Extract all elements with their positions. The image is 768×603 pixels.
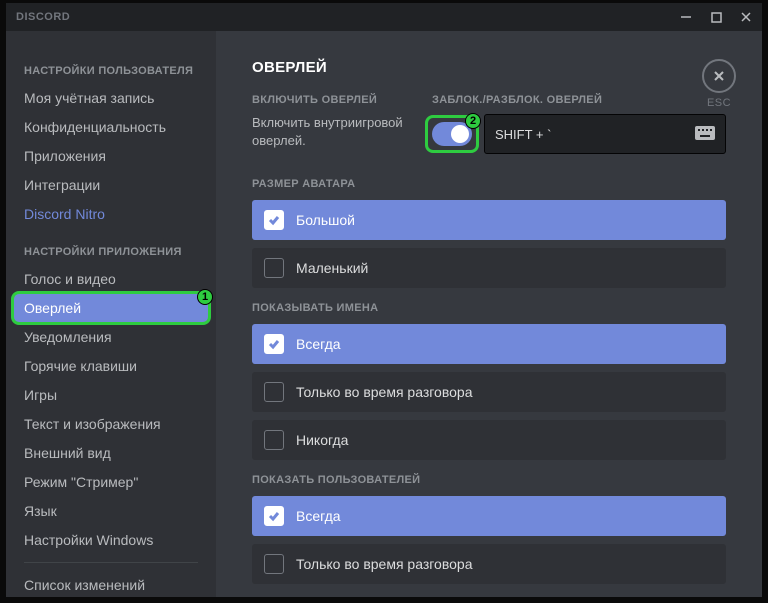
radio-option[interactable]: Маленький: [252, 248, 726, 288]
option-label: Маленький: [296, 260, 368, 276]
checkbox-icon: [264, 506, 284, 526]
sidebar-item-changelog[interactable]: Список изменений: [14, 571, 208, 597]
settings-sidebar[interactable]: НАСТРОЙКИ ПОЛЬЗОВАТЕЛЯ Моя учётная запис…: [6, 31, 216, 597]
section-label: ПОКАЗАТЬ ПОЛЬЗОВАТЕЛЕЙ: [252, 474, 726, 486]
option-label: Всегда: [296, 336, 341, 352]
enable-overlay-toggle[interactable]: 2: [432, 122, 472, 146]
section-label: ПОКАЗЫВАТЬ ИМЕНА: [252, 302, 726, 314]
sidebar-item[interactable]: Горячие клавиши: [14, 352, 208, 380]
option-label: Всегда: [296, 508, 341, 524]
sidebar-item[interactable]: Голос и видео: [14, 265, 208, 293]
titlebar: DISCORD: [6, 3, 762, 31]
settings-content: ESC ОВЕРЛЕЙ ВКЛЮЧИТЬ ОВЕРЛЕЙ Включить вн…: [216, 31, 762, 597]
close-settings-button[interactable]: [702, 59, 736, 93]
sidebar-item[interactable]: Конфиденциальность: [14, 113, 208, 141]
enable-overlay-label: ВКЛЮЧИТЬ ОВЕРЛЕЙ: [252, 94, 412, 106]
sidebar-header-user: НАСТРОЙКИ ПОЛЬЗОВАТЕЛЯ: [14, 59, 208, 83]
sidebar-separator: [24, 562, 198, 563]
option-label: Только во время разговора: [296, 556, 472, 572]
radio-option[interactable]: Никогда: [252, 420, 726, 460]
sidebar-item[interactable]: Моя учётная запись: [14, 84, 208, 112]
sidebar-item[interactable]: Уведомления: [14, 323, 208, 351]
option-label: Только во время разговора: [296, 384, 472, 400]
sidebar-item[interactable]: Игры: [14, 381, 208, 409]
sidebar-item[interactable]: Язык: [14, 497, 208, 525]
app-window: DISCORD НАСТРОЙКИ ПОЛЬЗОВАТЕЛЯ Моя учётн…: [6, 3, 762, 597]
lock-overlay-label: ЗАБЛОК./РАЗБЛОК. ОВЕРЛЕЙ: [432, 94, 726, 106]
close-button[interactable]: [740, 11, 752, 23]
close-settings: ESC: [702, 59, 736, 109]
page-title: ОВЕРЛЕЙ: [252, 59, 726, 76]
minimize-button[interactable]: [680, 11, 692, 23]
app-body: НАСТРОЙКИ ПОЛЬЗОВАТЕЛЯ Моя учётная запис…: [6, 31, 762, 597]
checkbox-icon: [264, 430, 284, 450]
keybind-value: SHIFT + `: [495, 127, 551, 142]
radio-option[interactable]: Всегда: [252, 324, 726, 364]
checkbox-icon: [264, 382, 284, 402]
radio-option[interactable]: Всегда: [252, 496, 726, 536]
radio-option[interactable]: Только во время разговора: [252, 544, 726, 584]
checkbox-icon: [264, 258, 284, 278]
checkbox-icon: [264, 210, 284, 230]
sidebar-item[interactable]: Оверлей1: [14, 294, 208, 322]
radio-option[interactable]: Большой: [252, 200, 726, 240]
option-label: Никогда: [296, 432, 348, 448]
enable-overlay-desc: Включить внутриигровой оверлей.: [252, 114, 412, 150]
sidebar-header-app: НАСТРОЙКИ ПРИЛОЖЕНИЯ: [14, 240, 208, 264]
sidebar-item[interactable]: Внешний вид: [14, 439, 208, 467]
sidebar-item[interactable]: Настройки Windows: [14, 526, 208, 554]
option-label: Большой: [296, 212, 355, 228]
keyboard-icon: [695, 126, 715, 143]
sidebar-item[interactable]: Режим "Стример": [14, 468, 208, 496]
overlay-keybind-input[interactable]: SHIFT + `: [484, 114, 726, 154]
checkbox-icon: [264, 554, 284, 574]
maximize-button[interactable]: [710, 11, 722, 23]
sidebar-item[interactable]: Интеграции: [14, 171, 208, 199]
toggle-keybind-row: 2 SHIFT + `: [432, 114, 726, 154]
window-controls: [680, 11, 752, 23]
callout-1: 1: [11, 291, 211, 325]
sidebar-item[interactable]: Приложения: [14, 142, 208, 170]
radio-option[interactable]: Только во время разговора: [252, 372, 726, 412]
esc-label: ESC: [702, 97, 736, 109]
sidebar-item-nitro[interactable]: Discord Nitro: [14, 200, 208, 228]
section-label: РАЗМЕР АВАТАРА: [252, 178, 726, 190]
app-name: DISCORD: [16, 11, 680, 23]
overlay-enable-row: ВКЛЮЧИТЬ ОВЕРЛЕЙ Включить внутриигровой …: [252, 94, 726, 154]
sidebar-item[interactable]: Текст и изображения: [14, 410, 208, 438]
checkbox-icon: [264, 334, 284, 354]
toggle-knob: [451, 125, 469, 143]
